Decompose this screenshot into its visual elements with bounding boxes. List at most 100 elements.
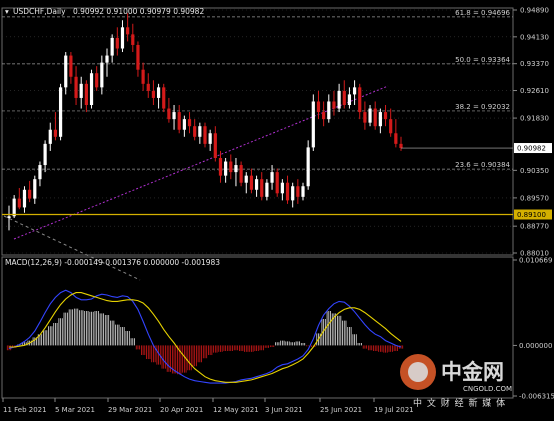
bear-candle bbox=[136, 44, 140, 70]
time-tick-label: 20 Apr 2021 bbox=[160, 406, 203, 414]
bull-candle bbox=[22, 189, 27, 208]
price-tick-label: 0.90350 bbox=[520, 167, 549, 175]
bull-candle bbox=[110, 37, 114, 56]
bear-candle bbox=[218, 157, 223, 176]
header-triangle-icon: ▾ bbox=[5, 7, 9, 16]
price-tick-label: 0.89570 bbox=[520, 194, 549, 202]
bear-candle bbox=[141, 69, 145, 84]
bull-candle bbox=[79, 83, 83, 98]
bull-candle bbox=[224, 161, 228, 176]
bull-candle bbox=[156, 87, 161, 98]
watermark-tagline: 中 文 财 经 新 媒 体 bbox=[413, 397, 506, 409]
bull-candle bbox=[254, 179, 259, 190]
watermark-logo-inner-icon bbox=[408, 362, 428, 382]
bear-candle bbox=[332, 101, 336, 109]
watermark-domain: CNGOLD.COM bbox=[463, 385, 512, 393]
price-tick-label: 0.93370 bbox=[520, 60, 549, 68]
bull-candle bbox=[38, 165, 42, 180]
bear-candle bbox=[229, 161, 233, 173]
current-price-label: 0.90982 bbox=[517, 145, 546, 153]
bear-candle bbox=[28, 189, 32, 199]
bear-candle bbox=[249, 175, 254, 190]
support-level-label: 0.89100 bbox=[517, 211, 546, 219]
bull-candle bbox=[306, 147, 310, 187]
bull-candle bbox=[48, 129, 52, 144]
bull-candle bbox=[327, 101, 331, 120]
bear-candle bbox=[151, 90, 156, 98]
bear-candle bbox=[373, 108, 377, 127]
bull-candle bbox=[182, 119, 186, 130]
bear-candle bbox=[167, 108, 171, 120]
bull-candle bbox=[291, 186, 295, 201]
bear-candle bbox=[358, 87, 362, 113]
bear-candle bbox=[74, 76, 78, 98]
bear-candle bbox=[275, 172, 279, 194]
bear-candle bbox=[285, 182, 290, 201]
fib-level-label: 38.2 = 0.92032 bbox=[455, 103, 510, 111]
fib-level-label: 61.8 = 0.94696 bbox=[455, 9, 510, 17]
bull-candle bbox=[378, 112, 382, 127]
bear-candle bbox=[162, 87, 166, 109]
bear-candle bbox=[17, 198, 21, 208]
watermark: 中金网 CNGOLD.COM 中 文 财 经 新 媒 体 bbox=[400, 354, 512, 409]
macd-tick-label: 0.000000 bbox=[519, 342, 552, 350]
price-tick-label: 0.91830 bbox=[520, 115, 549, 123]
bull-candle bbox=[347, 94, 352, 106]
price-tick-label: 0.94890 bbox=[520, 7, 549, 15]
chart-header: ▾ USDCHF,Daily 0.90992 0.91000 0.90979 0… bbox=[5, 7, 204, 16]
bull-candle bbox=[7, 216, 11, 219]
bull-candle bbox=[311, 101, 315, 148]
bear-candle bbox=[95, 73, 99, 88]
symbol-label: USDCHF,Daily bbox=[13, 7, 66, 16]
bull-candle bbox=[244, 175, 248, 183]
ohlc-readout: 0.90992 0.91000 0.90979 0.90982 bbox=[73, 7, 204, 16]
bull-candle bbox=[58, 87, 63, 137]
bear-candle bbox=[126, 27, 130, 35]
bear-candle bbox=[296, 186, 300, 197]
bear-candle bbox=[213, 133, 217, 158]
bear-candle bbox=[363, 112, 367, 123]
bull-candle bbox=[198, 126, 202, 137]
bull-candle bbox=[105, 55, 109, 63]
bear-candle bbox=[322, 112, 326, 120]
bull-candle bbox=[337, 90, 341, 109]
bear-candle bbox=[84, 83, 88, 106]
bear-candle bbox=[260, 179, 264, 197]
bear-candle bbox=[131, 34, 135, 45]
bull-candle bbox=[64, 55, 68, 88]
bull-candle bbox=[89, 73, 94, 106]
bull-candle bbox=[265, 182, 269, 197]
bear-candle bbox=[239, 165, 243, 183]
time-tick-label: 11 Feb 2021 bbox=[3, 406, 47, 414]
macd-title: MACD(12,26,9) -0.000149 0.001376 0.00000… bbox=[5, 258, 220, 267]
bull-candle bbox=[172, 112, 176, 120]
macd-tick-label: -0.006315 bbox=[519, 393, 554, 401]
price-tick-label: 0.92610 bbox=[520, 87, 549, 95]
bear-candle bbox=[115, 37, 119, 49]
bull-candle bbox=[12, 198, 16, 217]
bear-candle bbox=[383, 112, 388, 120]
time-tick-label: 25 Jun 2021 bbox=[320, 406, 362, 414]
bull-candle bbox=[368, 108, 372, 123]
bear-candle bbox=[69, 55, 73, 77]
bear-candle bbox=[342, 90, 346, 106]
bull-candle bbox=[280, 182, 284, 194]
price-tick-label: 0.94130 bbox=[520, 33, 549, 41]
bull-candle bbox=[33, 179, 37, 199]
bull-candle bbox=[208, 133, 212, 144]
bear-candle bbox=[389, 119, 393, 134]
bear-candle bbox=[203, 126, 207, 144]
price-tick-label: 0.88770 bbox=[520, 223, 549, 231]
bear-candle bbox=[193, 126, 197, 137]
time-tick-label: 29 Mar 2021 bbox=[108, 406, 152, 414]
time-tick-label: 5 Mar 2021 bbox=[55, 406, 95, 414]
time-tick-label: 19 Jul 2021 bbox=[374, 406, 414, 414]
bull-candle bbox=[120, 27, 125, 49]
bull-candle bbox=[100, 62, 104, 88]
macd-tick-label: 0.010669 bbox=[519, 257, 552, 265]
bull-candle bbox=[270, 172, 274, 183]
bull-candle bbox=[43, 143, 47, 166]
bull-candle bbox=[301, 186, 305, 197]
bear-candle bbox=[53, 129, 58, 137]
bear-candle bbox=[316, 101, 321, 113]
